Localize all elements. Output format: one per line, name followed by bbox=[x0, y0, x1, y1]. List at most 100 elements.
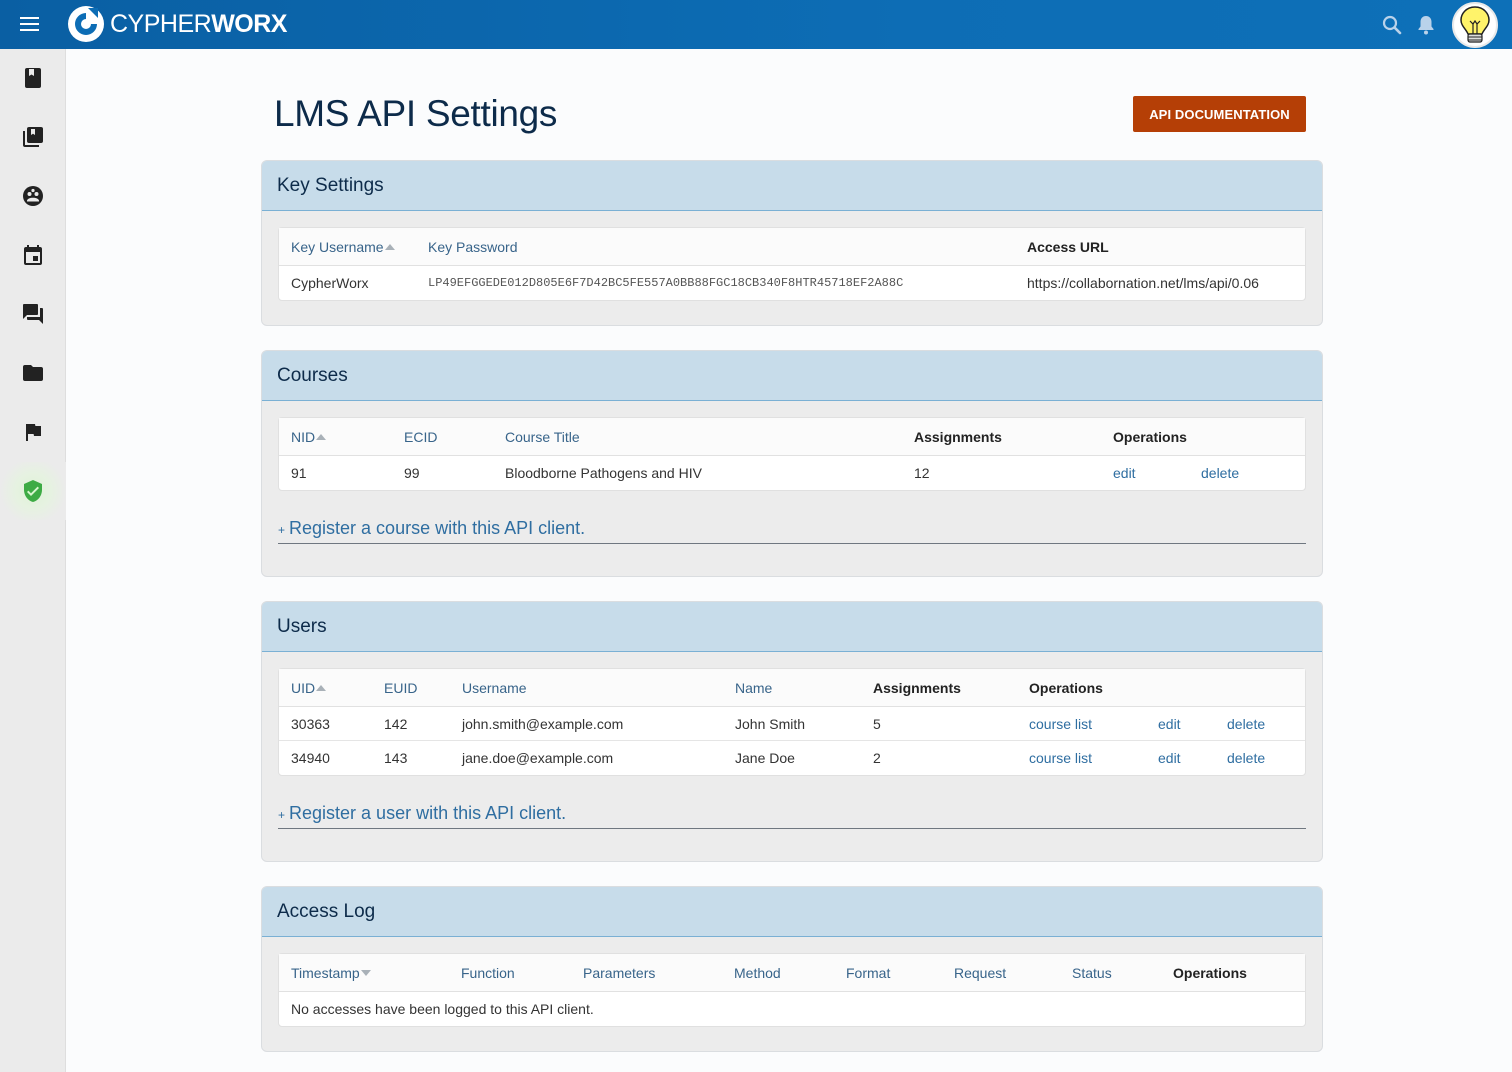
user-uid: 34940 bbox=[291, 750, 330, 766]
column-header-method[interactable]: Method bbox=[734, 954, 781, 991]
register-user-link[interactable]: + Register a user with this API client. bbox=[278, 801, 1306, 829]
sidebar-item-calendar[interactable] bbox=[0, 226, 66, 284]
top-bar: CYPHERWORX bbox=[0, 0, 1512, 49]
sidebar-item-community[interactable] bbox=[0, 167, 66, 225]
users-table: UID EUID Username Name Assignments Opera… bbox=[278, 668, 1306, 776]
key-password: LP49EFGGEDE012D805E6F7D42BC5FE557A0BB88F… bbox=[428, 276, 904, 290]
user-name: Jane Doe bbox=[735, 750, 795, 766]
sidebar-item-library[interactable] bbox=[0, 108, 66, 166]
user-edit-link[interactable]: edit bbox=[1158, 741, 1181, 775]
column-header-function[interactable]: Function bbox=[461, 954, 515, 991]
course-edit-link[interactable]: edit bbox=[1113, 456, 1136, 490]
plus-icon: + bbox=[278, 808, 286, 822]
key-settings-table: Key Username Key Password Access URL Cyp… bbox=[278, 227, 1306, 301]
column-header-course-title[interactable]: Course Title bbox=[505, 418, 580, 455]
shield-check-icon bbox=[24, 480, 42, 502]
sort-asc-icon bbox=[316, 684, 327, 691]
book-icon bbox=[25, 68, 41, 88]
access-url: https://collabornation.net/lms/api/0.06 bbox=[1027, 275, 1259, 291]
key-settings-panel: Key Settings Key Username Key Password A… bbox=[261, 160, 1323, 326]
course-title: Bloodborne Pathogens and HIV bbox=[505, 465, 702, 481]
sidebar-item-flag[interactable] bbox=[0, 403, 66, 461]
column-header-ecid[interactable]: ECID bbox=[404, 418, 437, 455]
flag-icon bbox=[26, 424, 41, 441]
user-username: jane.doe@example.com bbox=[462, 750, 614, 766]
column-header-assignments: Assignments bbox=[873, 679, 961, 696]
sort-asc-icon bbox=[384, 243, 395, 250]
course-ecid: 99 bbox=[404, 465, 420, 481]
search-icon[interactable] bbox=[1380, 13, 1404, 37]
user-assignments: 5 bbox=[873, 715, 881, 732]
menu-icon[interactable] bbox=[20, 13, 40, 35]
api-documentation-button[interactable]: API DOCUMENTATION bbox=[1133, 96, 1306, 132]
table-row: 91 99 Bloodborne Pathogens and HIV 12 ed… bbox=[279, 456, 1305, 490]
sidebar bbox=[0, 49, 66, 1072]
column-header-access-url: Access URL bbox=[1027, 238, 1109, 255]
sort-asc-icon bbox=[316, 433, 327, 440]
column-header-request[interactable]: Request bbox=[954, 954, 1006, 991]
courses-table: NID ECID Course Title Assignments Operat… bbox=[278, 417, 1306, 491]
table-row: 34940 143 jane.doe@example.com Jane Doe … bbox=[279, 741, 1305, 775]
main-content: LMS API Settings API DOCUMENTATION Key S… bbox=[66, 49, 1512, 1072]
courses-title: Courses bbox=[277, 364, 348, 386]
user-edit-link[interactable]: edit bbox=[1158, 707, 1181, 740]
logo[interactable]: CYPHERWORX bbox=[66, 3, 287, 45]
access-log-title: Access Log bbox=[277, 900, 376, 922]
bell-icon[interactable] bbox=[1414, 13, 1438, 37]
calendar-icon bbox=[24, 245, 42, 265]
column-header-euid[interactable]: EUID bbox=[384, 669, 417, 706]
page-title: LMS API Settings bbox=[274, 93, 558, 134]
user-assignments: 2 bbox=[873, 750, 881, 766]
key-settings-title: Key Settings bbox=[277, 174, 384, 196]
logo-text: CYPHERWORX bbox=[110, 9, 287, 38]
user-course-list-link[interactable]: course list bbox=[1029, 741, 1092, 775]
table-row: No accesses have been logged to this API… bbox=[279, 992, 1305, 1026]
forum-icon bbox=[23, 304, 43, 324]
column-header-status[interactable]: Status bbox=[1072, 954, 1112, 991]
course-nid: 91 bbox=[291, 465, 307, 481]
courses-panel: Courses NID ECID Course Title Assignment… bbox=[261, 350, 1323, 577]
users-title: Users bbox=[277, 615, 327, 637]
column-header-format[interactable]: Format bbox=[846, 954, 890, 991]
user-username: john.smith@example.com bbox=[462, 715, 624, 732]
access-log-panel: Access Log Timestamp Function Parameters… bbox=[261, 886, 1323, 1052]
column-header-timestamp[interactable]: Timestamp bbox=[291, 954, 371, 991]
column-header-parameters[interactable]: Parameters bbox=[583, 954, 655, 991]
community-icon bbox=[23, 186, 43, 206]
column-header-nid[interactable]: NID bbox=[291, 418, 327, 455]
user-uid: 30363 bbox=[291, 715, 330, 732]
user-delete-link[interactable]: delete bbox=[1227, 707, 1265, 740]
lightbulb-icon bbox=[1460, 5, 1490, 43]
column-header-name[interactable]: Name bbox=[735, 669, 772, 706]
sidebar-item-forum[interactable] bbox=[0, 285, 66, 343]
register-course-link[interactable]: + Register a course with this API client… bbox=[278, 516, 1306, 544]
users-panel: Users UID EUID Username Name Assignments… bbox=[261, 601, 1323, 862]
column-header-operations: Operations bbox=[1029, 679, 1103, 696]
column-header-key-password[interactable]: Key Password bbox=[428, 228, 517, 265]
folder-icon bbox=[23, 365, 43, 381]
user-euid: 142 bbox=[384, 715, 408, 732]
column-header-uid[interactable]: UID bbox=[291, 669, 327, 706]
column-header-key-username[interactable]: Key Username bbox=[291, 228, 395, 265]
table-row: 30363 142 john.smith@example.com John Sm… bbox=[279, 707, 1305, 741]
user-name: John Smith bbox=[735, 715, 806, 732]
course-delete-link[interactable]: delete bbox=[1201, 456, 1239, 490]
user-course-list-link[interactable]: course list bbox=[1029, 707, 1092, 740]
key-username: CypherWorx bbox=[291, 275, 369, 291]
course-assignments: 12 bbox=[914, 465, 930, 481]
empty-message: No accesses have been logged to this API… bbox=[291, 1001, 594, 1017]
sidebar-item-book[interactable] bbox=[0, 49, 66, 107]
avatar[interactable] bbox=[1452, 1, 1498, 48]
column-header-username[interactable]: Username bbox=[462, 669, 527, 706]
column-header-assignments: Assignments bbox=[914, 428, 1002, 445]
plus-icon: + bbox=[278, 523, 286, 537]
sidebar-item-folder[interactable] bbox=[0, 344, 66, 402]
logo-mark-icon bbox=[68, 6, 104, 42]
sidebar-item-api-settings[interactable] bbox=[0, 462, 66, 520]
library-icon bbox=[23, 127, 43, 147]
column-header-operations: Operations bbox=[1173, 964, 1247, 981]
user-delete-link[interactable]: delete bbox=[1227, 741, 1265, 775]
table-row: CypherWorx LP49EFGGEDE012D805E6F7D42BC5F… bbox=[279, 266, 1305, 300]
user-euid: 143 bbox=[384, 750, 408, 766]
sort-desc-icon bbox=[360, 969, 371, 976]
